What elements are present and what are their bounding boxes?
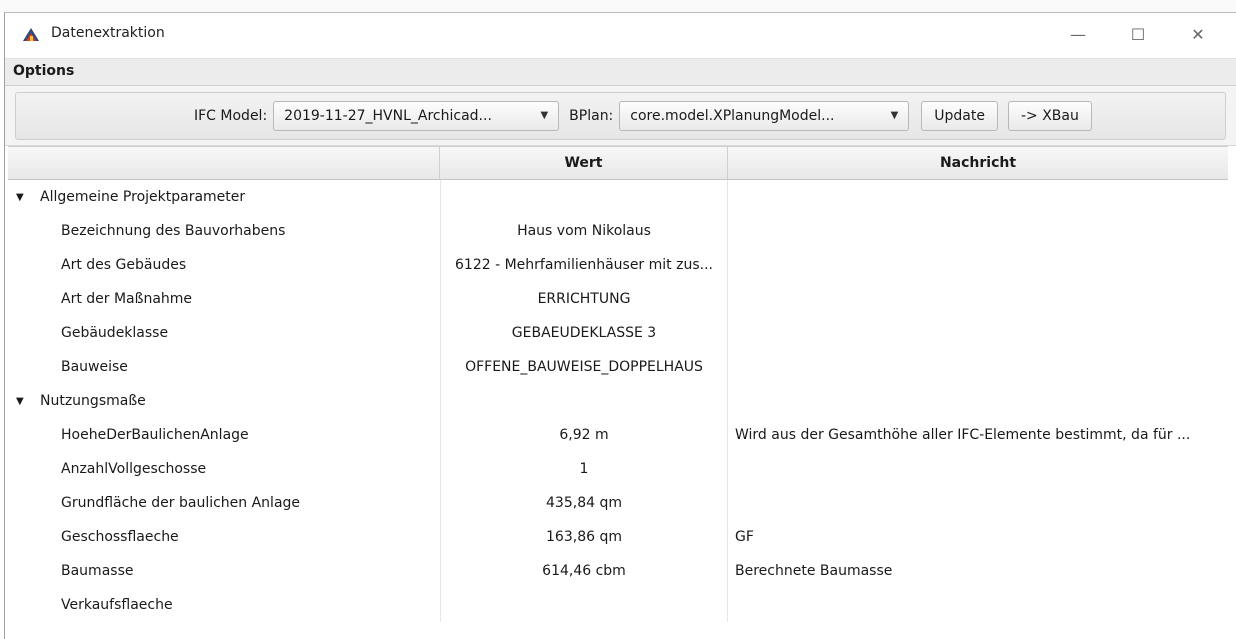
chevron-down-icon: ▼ (890, 110, 899, 121)
group-label: Allgemeine Projektparameter (40, 189, 246, 205)
row-message (728, 316, 1228, 350)
row-name: Bauweise (61, 359, 128, 375)
table-header: Wert Nachricht (8, 146, 1228, 180)
table-row[interactable]: AnzahlVollgeschosse 1 (8, 452, 1228, 486)
row-value: ERRICHTUNG (440, 282, 728, 316)
background-strip (0, 0, 1236, 12)
table-row[interactable]: Art der Maßnahme ERRICHTUNG (8, 282, 1228, 316)
update-button[interactable]: Update (921, 101, 998, 131)
row-value: 614,46 cbm (440, 554, 728, 588)
column-header-nachricht[interactable]: Nachricht (728, 147, 1228, 179)
app-icon (22, 25, 40, 43)
table-row[interactable]: Art des Gebäudes 6122 - Mehrfamilienhäus… (8, 248, 1228, 282)
expanded-triangle-icon[interactable]: ▼ (16, 192, 30, 203)
ifc-model-select[interactable]: 2019-11-27_HVNL_Archicad... ▼ (273, 101, 560, 131)
row-value: 163,86 qm (440, 520, 728, 554)
row-message (728, 248, 1228, 282)
row-message (728, 588, 1228, 622)
menu-options[interactable]: Options (5, 59, 74, 79)
row-value (440, 588, 728, 622)
row-message: Berechnete Baumasse (735, 563, 893, 579)
window-title: Datenextraktion (51, 25, 165, 41)
row-message (728, 282, 1228, 316)
maximize-button[interactable]: ☐ (1115, 17, 1161, 51)
bplan-select[interactable]: core.model.XPlanungModel... ▼ (619, 101, 910, 131)
row-message (728, 214, 1228, 248)
toolbar-area: IFC Model: 2019-11-27_HVNL_Archicad... ▼… (5, 86, 1236, 146)
row-name: Art der Maßnahme (61, 291, 193, 307)
minimize-button[interactable]: — (1055, 17, 1101, 51)
xbau-button[interactable]: -> XBau (1007, 101, 1092, 131)
expanded-triangle-icon[interactable]: ▼ (16, 396, 30, 407)
table-row[interactable]: Gebäudeklasse GEBAEUDEKLASSE 3 (8, 316, 1228, 350)
table-row[interactable]: Baumasse 614,46 cbm Berechnete Baumasse (8, 554, 1228, 588)
table-row[interactable]: Bauweise OFFENE_BAUWEISE_DOPPELHAUS (8, 350, 1228, 384)
tree-table: ▼ Allgemeine Projektparameter Bezeichnung… (8, 180, 1228, 639)
row-name: Baumasse (61, 563, 134, 579)
menu-bar: Options (5, 58, 1236, 86)
row-name: Gebäudeklasse (61, 325, 169, 341)
row-message (728, 350, 1228, 384)
tree-group-row[interactable]: ▼ Nutzungsmaße (8, 384, 1228, 418)
row-value: 1 (440, 452, 728, 486)
row-value: Haus vom Nikolaus (440, 214, 728, 248)
row-name: AnzahlVollgeschosse (61, 461, 207, 477)
close-button[interactable]: ✕ (1175, 17, 1221, 51)
bplan-label: BPlan: (569, 108, 614, 124)
column-header-wert[interactable]: Wert (440, 147, 728, 179)
row-value: OFFENE_BAUWEISE_DOPPELHAUS (440, 350, 728, 384)
row-message: Wird aus der Gesamthöhe aller IFC-Elemen… (735, 427, 1191, 443)
chevron-down-icon: ▼ (540, 110, 549, 121)
table-row[interactable]: Verkaufsflaeche (8, 588, 1228, 622)
table-row[interactable]: Geschossflaeche 163,86 qm GF (8, 520, 1228, 554)
ifc-model-value: 2019-11-27_HVNL_Archicad... (284, 108, 492, 124)
table-row[interactable]: HoeheDerBaulichenAnlage 6,92 m Wird aus … (8, 418, 1228, 452)
row-name: HoeheDerBaulichenAnlage (61, 427, 249, 443)
row-message (728, 452, 1228, 486)
row-value: 6122 - Mehrfamilienhäuser mit zus... (440, 248, 728, 282)
table-row[interactable]: Grundfläche der baulichen Anlage 435,84 … (8, 486, 1228, 520)
toolbar: IFC Model: 2019-11-27_HVNL_Archicad... ▼… (15, 92, 1226, 140)
row-value: 435,84 qm (440, 486, 728, 520)
table-row[interactable]: Bezeichnung des Bauvorhabens Haus vom Ni… (8, 214, 1228, 248)
title-bar[interactable]: Datenextraktion — ☐ ✕ (5, 13, 1236, 58)
group-label: Nutzungsmaße (40, 393, 146, 409)
row-value: 6,92 m (440, 418, 728, 452)
row-name: Art des Gebäudes (61, 257, 187, 273)
row-name: Geschossflaeche (61, 529, 179, 545)
bplan-value: core.model.XPlanungModel... (630, 108, 835, 124)
row-name: Bezeichnung des Bauvorhabens (61, 223, 286, 239)
row-value: GEBAEUDEKLASSE 3 (440, 316, 728, 350)
row-name: Grundfläche der baulichen Anlage (61, 495, 301, 511)
tree-group-row[interactable]: ▼ Allgemeine Projektparameter (8, 180, 1228, 214)
row-message (728, 486, 1228, 520)
ifc-model-label: IFC Model: (194, 108, 268, 124)
row-message: GF (735, 529, 754, 545)
column-header-name[interactable] (8, 147, 440, 179)
row-name: Verkaufsflaeche (61, 597, 173, 613)
